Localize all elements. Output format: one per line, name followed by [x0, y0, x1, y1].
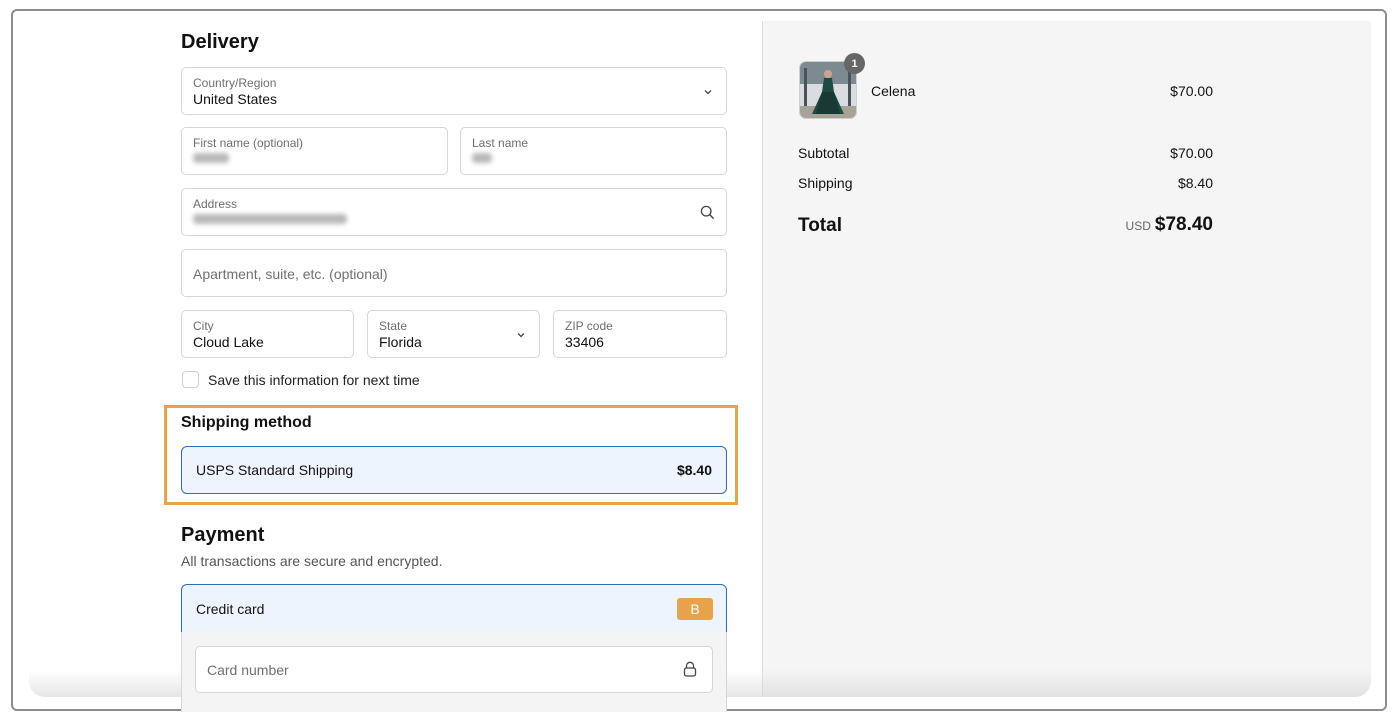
search-icon[interactable] — [700, 205, 715, 220]
chevron-down-icon — [704, 90, 712, 95]
order-summary-pane — [763, 21, 1371, 697]
delivery-heading: Delivery — [181, 31, 259, 53]
last-name-label: Last name — [472, 136, 529, 150]
shipping-label: Shipping — [798, 175, 853, 191]
last-name-redacted-value — [472, 153, 492, 163]
item-name: Celena — [871, 83, 916, 99]
zip-label: ZIP code — [565, 319, 613, 333]
subtotal-label: Subtotal — [798, 145, 850, 161]
city-label: City — [193, 319, 214, 333]
country-value: United States — [193, 91, 278, 107]
last-name-field[interactable]: Last name — [460, 127, 727, 175]
subtotal-value: $70.00 — [1170, 145, 1213, 161]
shipping-method-heading: Shipping method — [181, 414, 312, 431]
country-select[interactable]: Country/Region United States — [181, 67, 727, 115]
save-info-label: Save this information for next time — [208, 372, 420, 388]
chevron-down-icon — [517, 333, 525, 338]
card-brand-badge: B — [677, 598, 713, 620]
address-redacted-value — [193, 214, 347, 224]
address-label: Address — [193, 197, 238, 211]
total-currency: USD — [1125, 219, 1151, 233]
shipping-option-usps[interactable]: USPS Standard Shipping $8.40 — [181, 446, 727, 494]
save-info-checkbox[interactable] — [182, 371, 199, 388]
credit-card-label: Credit card — [196, 601, 265, 617]
total-label: Total — [798, 215, 842, 236]
total-amount-group: USD $78.40 — [1013, 214, 1213, 236]
first-name-field[interactable]: First name (optional) — [181, 127, 448, 175]
apartment-placeholder: Apartment, suite, etc. (optional) — [193, 266, 388, 282]
card-number-field[interactable]: Card number — [195, 646, 713, 693]
shipping-option-name: USPS Standard Shipping — [196, 462, 354, 478]
lock-icon — [683, 661, 697, 677]
quantity-badge: 1 — [844, 53, 865, 74]
card-number-placeholder: Card number — [207, 662, 289, 678]
payment-option-credit-card[interactable]: Credit card — [181, 584, 727, 633]
zip-value: 33406 — [565, 334, 604, 350]
city-value: Cloud Lake — [193, 334, 264, 350]
state-select[interactable]: State Florida — [367, 310, 540, 358]
shipping-value: $8.40 — [1177, 175, 1213, 191]
payment-heading: Payment — [181, 524, 265, 546]
first-name-label: First name (optional) — [193, 136, 304, 150]
state-value: Florida — [379, 334, 422, 350]
shipping-option-price: $8.40 — [676, 462, 712, 478]
first-name-redacted-value — [193, 153, 229, 163]
address-field[interactable]: Address — [181, 188, 727, 236]
apartment-field[interactable]: Apartment, suite, etc. (optional) — [181, 249, 727, 297]
payment-subtitle: All transactions are secure and encrypte… — [181, 553, 443, 569]
country-label: Country/Region — [193, 76, 277, 90]
zip-field[interactable]: ZIP code 33406 — [553, 310, 727, 358]
item-price: $70.00 — [1170, 83, 1213, 99]
city-field[interactable]: City Cloud Lake — [181, 310, 354, 358]
state-label: State — [379, 319, 408, 333]
total-value: $78.40 — [1154, 214, 1213, 235]
